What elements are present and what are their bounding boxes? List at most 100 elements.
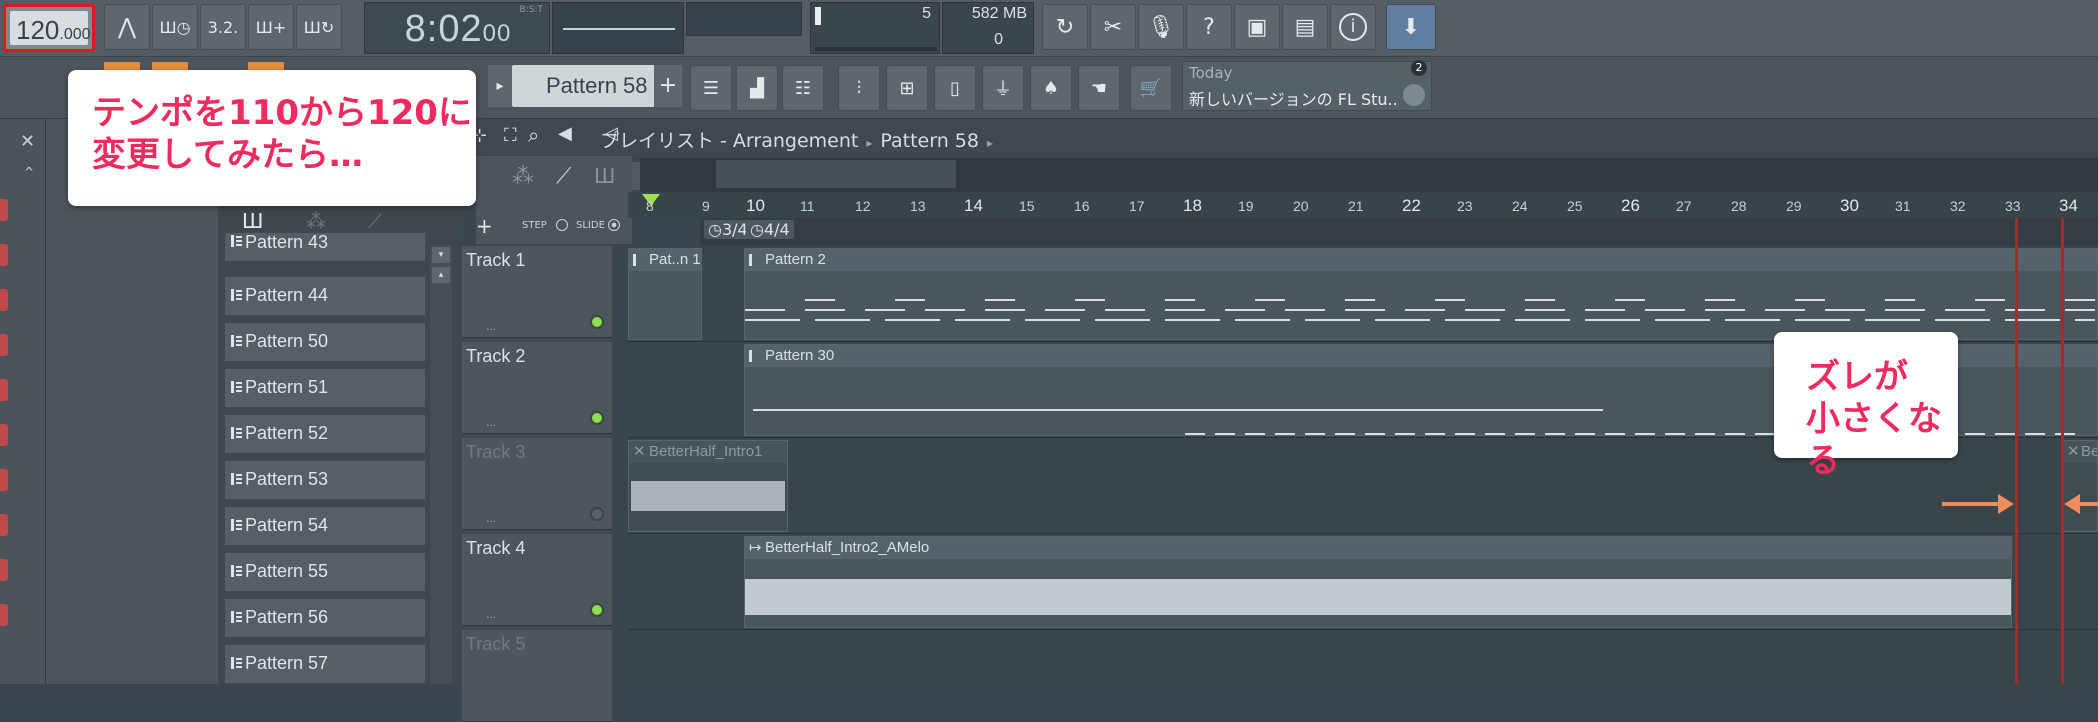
bar-number: 14	[964, 196, 983, 215]
track-header[interactable]: Track 4...	[462, 534, 612, 626]
track-header[interactable]: Track 5	[462, 630, 612, 722]
speaker-icon[interactable]: ◀	[558, 123, 572, 144]
pattern-prev-button[interactable]: ▸	[488, 65, 512, 107]
track-header[interactable]: Track 3...	[462, 438, 612, 530]
step-toggle[interactable]	[556, 219, 568, 231]
time-signature-marker[interactable]: ◷3/4	[704, 220, 752, 239]
hand-icon: ☚	[1090, 77, 1108, 99]
pattern-icon	[231, 565, 242, 577]
pattern-clip[interactable]: Pat..n 1	[628, 248, 702, 340]
pattern-clip-icon[interactable]: Ш	[594, 164, 615, 188]
track-menu-dots[interactable]: ...	[486, 511, 496, 525]
song-time-display[interactable]: 8:0200 B:S:T	[364, 2, 550, 54]
metronome-button[interactable]: ⋀	[104, 4, 150, 50]
tempo-display[interactable]: 120.000	[3, 4, 95, 52]
mixer-button[interactable]: ⫶	[838, 65, 880, 111]
cut-button[interactable]: ✂	[1090, 4, 1136, 50]
track-enable-led[interactable]	[590, 507, 604, 521]
automation-clip-icon[interactable]: ⟋	[556, 164, 571, 189]
tutorial-button[interactable]: ☚	[1078, 65, 1120, 111]
tempo-integer: 120	[16, 15, 60, 45]
note-row	[753, 409, 1603, 411]
tempo-fraction: .000	[59, 26, 91, 43]
wait-button[interactable]: Ш◷	[152, 4, 198, 50]
step-label: STEP	[522, 220, 547, 231]
audio-clip[interactable]: ✕ Be	[2062, 440, 2098, 532]
pattern-list-label: Pattern 55	[245, 561, 329, 581]
pattern-list-item[interactable]: Pattern 55	[224, 552, 426, 592]
time-signature-lane[interactable]	[700, 218, 2098, 246]
pattern-clip[interactable]: Pattern 2	[744, 248, 2098, 340]
pattern-list-item[interactable]: Pattern 44	[224, 276, 426, 316]
piano-icon[interactable]: Ш	[242, 209, 263, 233]
audio-clip[interactable]: ↦ BetterHalf_Intro2_AMelo	[744, 536, 2012, 628]
add-track-button[interactable]: +	[476, 214, 493, 238]
overview-viewport[interactable]	[716, 160, 956, 188]
pattern-list-item[interactable]: Pattern 53	[224, 460, 426, 500]
undo-button[interactable]: ↻	[1042, 4, 1088, 50]
pattern-list-item[interactable]: Pattern 52	[224, 414, 426, 454]
bar-number: 8	[646, 198, 654, 214]
track-menu-dots[interactable]: ...	[486, 319, 496, 333]
save-button[interactable]: ▣	[1234, 4, 1280, 50]
slide-label: SLIDE	[576, 220, 605, 231]
pattern-icon	[231, 427, 242, 439]
track-enable-led[interactable]	[590, 411, 604, 425]
track-enable-led[interactable]	[590, 315, 604, 329]
project-button[interactable]: ▯	[934, 65, 976, 111]
shop-button[interactable]: 🛒	[1130, 65, 1172, 111]
pattern-icon	[231, 289, 242, 301]
mic-button[interactable]: 🎙	[1138, 4, 1184, 50]
zoom-icon[interactable]: ⌕	[528, 123, 539, 147]
download-button[interactable]: ⬇	[1386, 4, 1436, 50]
close-icon[interactable]: ✕	[20, 131, 35, 152]
pattern-icon	[231, 657, 242, 669]
browser-scrollbar[interactable]: ▾ ▴	[430, 245, 452, 684]
pattern-list-item[interactable]: Pattern 43	[224, 232, 426, 262]
pattern-list-item[interactable]: Pattern 54	[224, 506, 426, 546]
audio-clip-icon[interactable]: ⁂	[512, 164, 534, 189]
tempo-value[interactable]: 120.000	[10, 11, 91, 45]
time-signature-marker[interactable]: ◷4/4	[746, 220, 794, 239]
help-button[interactable]: ?	[1186, 4, 1232, 50]
add-pattern-button[interactable]: +	[654, 65, 682, 107]
bar-number: 9	[702, 198, 710, 214]
countdown-button[interactable]: 3.2.	[200, 4, 246, 50]
automation-icon[interactable]: ⟋	[368, 209, 382, 233]
playlist-button[interactable]: ☰	[690, 65, 732, 111]
browser-icon: ⊞	[899, 77, 915, 99]
cpu-value: 5	[922, 5, 931, 22]
fullscreen-icon[interactable]: ⛶	[504, 125, 517, 146]
scroll-down-arrow[interactable]: ▾	[432, 247, 450, 263]
slide-toggle[interactable]	[608, 219, 620, 231]
save-as-button[interactable]: ▤	[1282, 4, 1328, 50]
pattern-list-item[interactable]: Pattern 51	[224, 368, 426, 408]
channel-marker	[0, 469, 8, 491]
pattern-list-item[interactable]: Pattern 50	[224, 322, 426, 362]
track-enable-led[interactable]	[590, 603, 604, 617]
browser-button[interactable]: ⊞	[886, 65, 928, 111]
plugin-button[interactable]: ⏚	[982, 65, 1024, 111]
pattern-list-item[interactable]: Pattern 57	[224, 644, 426, 684]
pattern-selector[interactable]: Pattern 58	[512, 65, 660, 107]
track-menu-dots[interactable]: ...	[486, 415, 496, 429]
loop-record-button[interactable]: Ш↻	[296, 4, 342, 50]
mic-icon: 🎙	[1147, 14, 1175, 40]
countdown-icon: 3.2.	[207, 17, 239, 37]
track-header[interactable]: Track 2...	[462, 342, 612, 434]
piano-roll-button[interactable]: ▟	[736, 65, 778, 111]
audio-clip[interactable]: ✕ BetterHalf_Intro1	[628, 440, 788, 532]
info-button[interactable]: i	[1330, 4, 1376, 50]
scroll-up-arrow[interactable]: ▴	[432, 267, 450, 283]
news-panel[interactable]: Today 新しいバージョンの FL Stu.. 2	[1182, 60, 1432, 111]
step-edit-button[interactable]: Ш+	[248, 4, 294, 50]
track-header[interactable]: Track 1...	[462, 246, 612, 338]
channel-rack-button[interactable]: ☷	[782, 65, 824, 111]
pattern-list-item[interactable]: Pattern 56	[224, 598, 426, 638]
audio-icon[interactable]: ⁂	[306, 209, 326, 233]
track-menu-dots[interactable]: ...	[486, 607, 496, 621]
polyphony-value: 0	[994, 31, 1003, 48]
scroll-up-icon[interactable]: ^	[24, 165, 34, 179]
pattern-icon	[231, 519, 242, 531]
touch-controller-button[interactable]: ♠	[1030, 65, 1072, 111]
